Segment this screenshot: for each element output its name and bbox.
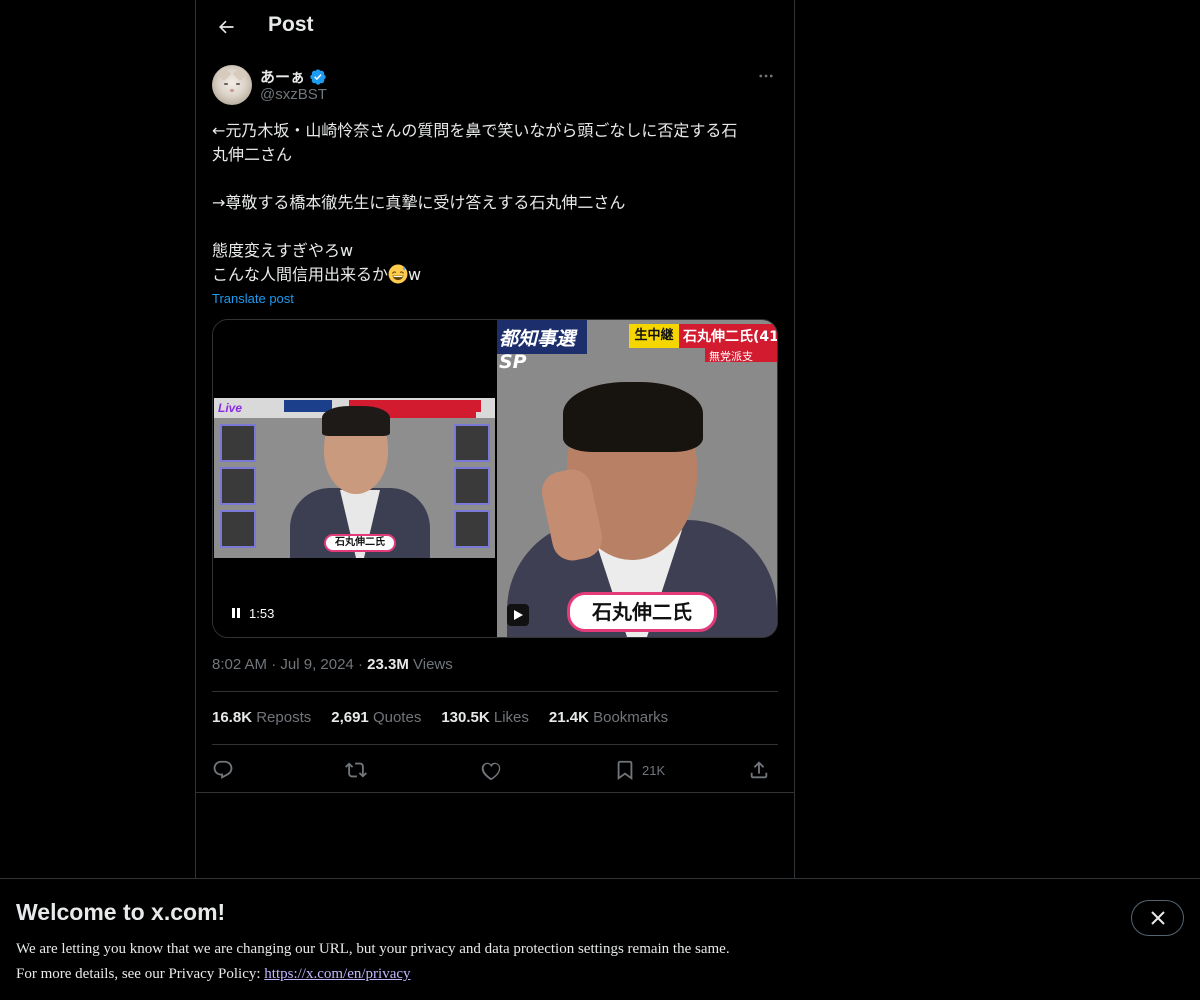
post-text-segment: w — [408, 265, 422, 284]
more-dots-icon — [759, 74, 773, 78]
tv-live-text: Live — [218, 401, 243, 415]
post-meta: 8:02 AM · Jul 9, 2024 · 23.3M Views — [212, 656, 453, 673]
reply-icon — [213, 760, 233, 779]
views-count: 23.3M — [367, 656, 409, 673]
close-icon — [1150, 911, 1165, 925]
banner-text: We are letting you know that we are chan… — [16, 937, 730, 987]
page-title: Post — [268, 13, 314, 36]
avatar[interactable] — [212, 65, 252, 105]
share-button[interactable] — [748, 756, 770, 784]
views-label: Views — [413, 656, 453, 673]
repost-icon — [345, 762, 367, 778]
divider — [212, 691, 778, 692]
banner-line-1: We are letting you know that we are chan… — [16, 941, 730, 957]
video-right-pane[interactable]: 都知事選SP 生中継 石丸伸二氏(41) 無党派支 石丸伸二氏 — [497, 320, 778, 637]
repost-button[interactable] — [345, 756, 367, 784]
bookmark-count: 21K — [642, 762, 666, 778]
reposts-stat[interactable]: 16.8K Reposts — [212, 709, 311, 726]
banner-line-2: For more details, see our Privacy Policy… — [16, 966, 411, 982]
post-time[interactable]: 8:02 AM — [212, 656, 267, 673]
video-media[interactable]: Live 石丸伸二氏 1:53 都知事選SP 生中継 石丸伸二氏(41) 無党派… — [212, 319, 778, 638]
tv-band-text: 都知事選SP — [499, 328, 576, 373]
tv-name-plate: 石丸伸二氏 — [324, 534, 396, 552]
post-text-segment: こんな人間信用出来るか — [212, 265, 389, 284]
post-date[interactable]: Jul 9, 2024 — [280, 656, 353, 673]
likes-stat[interactable]: 130.5K Likes — [441, 709, 529, 726]
tv-sub-text: 無党派支 — [709, 350, 753, 363]
post-text-line — [212, 215, 778, 239]
post-text-line: 態度変えすぎやろw — [212, 241, 354, 260]
verified-badge-icon[interactable] — [309, 68, 327, 86]
play-icon — [514, 610, 523, 620]
video-left-pane[interactable]: Live 石丸伸二氏 1:53 — [213, 320, 497, 637]
post-text-line: →尊敬する橋本徹先生に真摯に受け答えする石丸伸二さん — [212, 193, 626, 212]
arrow-left-icon — [219, 20, 234, 34]
post-stats: 16.8K Reposts 2,691 Quotes 130.5K Likes … — [212, 709, 668, 726]
meta-separator: · — [271, 656, 277, 673]
divider — [196, 792, 794, 793]
translate-post-link[interactable]: Translate post — [212, 291, 294, 306]
play-button[interactable] — [507, 604, 529, 626]
action-bar: 21K — [212, 754, 778, 786]
bookmark-icon — [617, 760, 633, 781]
heart-icon — [481, 762, 501, 781]
grinning-sweat-emoji-icon — [388, 264, 408, 284]
pause-icon — [232, 608, 240, 618]
share-icon — [750, 761, 768, 779]
post-author: あーぁ @sxzBST — [212, 64, 778, 108]
post-text-line — [212, 167, 778, 191]
tv-screen-thumbnail: Live 石丸伸二氏 — [214, 398, 495, 558]
author-handle[interactable]: @sxzBST — [260, 86, 327, 103]
back-button[interactable] — [208, 9, 244, 45]
author-name-text[interactable]: あーぁ — [260, 66, 305, 87]
pause-button[interactable] — [229, 606, 243, 620]
main-column: Post あーぁ @sxzBST ←元乃木坂・山崎怜奈さんの質問を鼻で笑いながら… — [195, 0, 795, 1000]
close-banner-button[interactable] — [1131, 900, 1184, 936]
post-text-line: ←元乃木坂・山崎怜奈さんの質問を鼻で笑いながら頭ごなしに否定する石 — [212, 121, 738, 140]
tv-big-name-plate: 石丸伸二氏 — [567, 592, 717, 632]
author-display-name[interactable]: あーぁ — [260, 66, 327, 87]
banner-title: Welcome to x.com! — [16, 899, 226, 925]
header: Post — [196, 0, 794, 54]
bookmark-button[interactable]: 21K — [614, 756, 665, 784]
video-duration: 1:53 — [249, 606, 275, 621]
privacy-policy-link[interactable]: https://x.com/en/privacy — [264, 966, 410, 982]
tv-yellow-label: 生中継 — [629, 324, 679, 348]
post-text-line-last: こんな人間信用出来るか w — [212, 263, 778, 287]
bookmarks-stat[interactable]: 21.4K Bookmarks — [549, 709, 668, 726]
post-text-line: 丸伸二さん — [212, 145, 293, 164]
tv-name-text: 石丸伸二氏(41) — [683, 329, 778, 345]
welcome-banner: Welcome to x.com! We are letting you kno… — [0, 878, 1200, 1000]
like-button[interactable] — [480, 756, 502, 784]
reply-button[interactable] — [212, 756, 234, 784]
post-text: ←元乃木坂・山崎怜奈さんの質問を鼻で笑いながら頭ごなしに否定する石 丸伸二さん … — [212, 119, 778, 287]
divider — [212, 744, 778, 745]
more-options-button[interactable] — [754, 64, 778, 88]
quotes-stat[interactable]: 2,691 Quotes — [331, 709, 421, 726]
meta-separator: · — [357, 656, 363, 673]
